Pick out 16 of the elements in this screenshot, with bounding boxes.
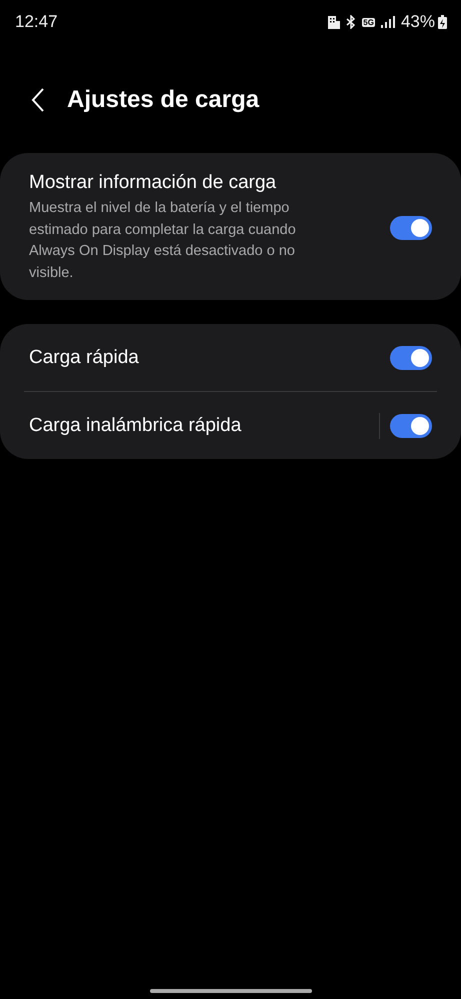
- setting-title: Carga inalámbrica rápida: [29, 414, 242, 436]
- setting-title: Mostrar información de carga: [29, 172, 278, 194]
- page-title: Ajustes de carga: [67, 86, 260, 114]
- setting-title: Carga rápida: [29, 346, 140, 368]
- battery-icon: [438, 15, 447, 29]
- building-icon: [328, 16, 340, 28]
- status-time: 12:47: [15, 12, 58, 32]
- network-type: 5G: [362, 18, 375, 26]
- toggle-switch[interactable]: [390, 346, 432, 370]
- signal-icon: [380, 16, 395, 28]
- setting-description: Muestra el nivel de la batería y el tiempo estimado para completar la carga cuando Always On Display está desactivado o no visible.: [29, 199, 297, 282]
- toggle-switch[interactable]: [390, 414, 432, 438]
- toggle-switch[interactable]: [390, 216, 432, 240]
- back-icon[interactable]: [31, 88, 45, 112]
- battery-percent: 43%: [400, 12, 435, 32]
- bluetooth-icon: [346, 15, 356, 29]
